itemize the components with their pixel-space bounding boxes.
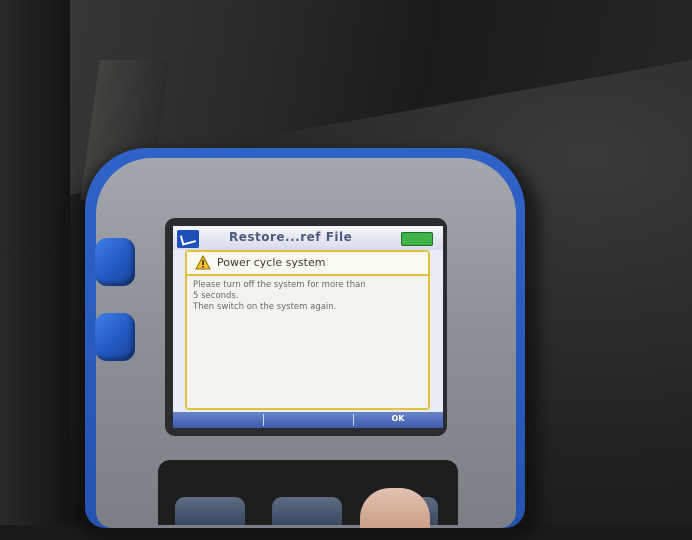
background-door-panel bbox=[0, 0, 70, 525]
side-button-bottom[interactable] bbox=[95, 313, 135, 361]
softkey-left-button[interactable] bbox=[175, 497, 245, 525]
dialog-message-line: 5 seconds. bbox=[193, 291, 239, 301]
battery-icon bbox=[401, 232, 433, 246]
softkey-divider bbox=[263, 414, 264, 426]
dialog-message-line: Please turn off the system for more than bbox=[193, 280, 366, 290]
softkey-bar: OK bbox=[173, 412, 443, 428]
side-button-top[interactable] bbox=[95, 238, 135, 286]
softkey-ok-label[interactable]: OK bbox=[353, 414, 443, 423]
softkey-middle-button[interactable] bbox=[272, 497, 342, 525]
app-header: Restore...ref File bbox=[173, 226, 443, 250]
app-title: Restore...ref File bbox=[229, 230, 353, 244]
dialog-title: Power cycle system bbox=[217, 256, 326, 269]
warning-dialog: Power cycle system Please turn off the s… bbox=[185, 250, 430, 410]
warning-icon bbox=[195, 255, 211, 270]
dialog-message-line: Then switch on the system again. bbox=[193, 302, 337, 312]
app-logo-icon bbox=[177, 230, 199, 248]
device-screen: Restore...ref File Power cycle system Pl… bbox=[173, 226, 443, 428]
dialog-message: Please turn off the system for more than… bbox=[193, 280, 425, 313]
dialog-titlebar: Power cycle system bbox=[187, 252, 428, 276]
